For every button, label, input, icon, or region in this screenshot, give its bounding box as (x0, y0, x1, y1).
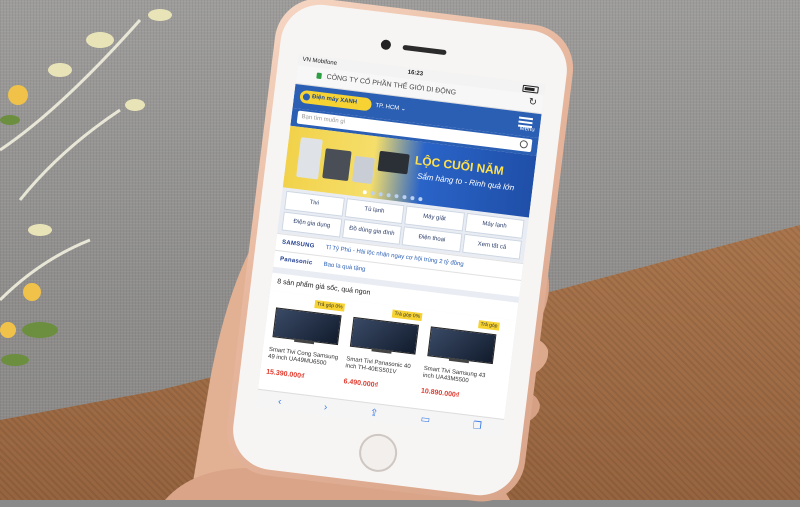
region-selector[interactable]: TP. HCM ⌄ (375, 102, 406, 113)
home-button[interactable] (356, 431, 400, 475)
product-price: 10.890.000₫ (420, 387, 460, 400)
product-name: Smart Tivi Samsung 43 inch UA43M5500 (422, 365, 486, 385)
product-price: 6.490.000₫ (343, 378, 379, 390)
product-name: Smart Tivi Cong Samsung 49 inch UA49MU65… (267, 346, 339, 367)
tv-image (377, 150, 410, 175)
brand-promo-text: Bao la quà tặng (323, 261, 366, 273)
product-name: Smart Tivi Panasonic 40 inch TH-40ES501V (345, 356, 411, 376)
back-icon[interactable]: ‹ (277, 396, 282, 407)
forward-icon[interactable]: › (323, 401, 328, 412)
installment-badge: Trả góp 0% (392, 309, 423, 322)
brand-name: Panasonic (279, 256, 313, 267)
phone-screen: VN Mobifone 16:23 CÔNG TY CỔ PHẦN THẾ GI… (255, 54, 546, 438)
smartphone: VN Mobifone 16:23 CÔNG TY CỔ PHẦN THẾ GI… (221, 0, 579, 507)
tabs-icon[interactable]: ❐ (472, 420, 482, 432)
menu-label[interactable]: Menu (519, 126, 535, 134)
status-time: 16:23 (407, 69, 424, 78)
product-price: 15.390.000₫ (265, 368, 305, 381)
front-camera (380, 39, 392, 51)
reload-icon[interactable]: ↻ (528, 97, 538, 109)
lock-icon (316, 72, 322, 80)
installment-badge: Trả góp (478, 320, 500, 331)
brand-name: SAMSUNG (281, 239, 315, 250)
share-icon[interactable]: ⇪ (369, 407, 379, 419)
installment-badge: Trả góp 0% (314, 300, 346, 312)
washer-image (322, 148, 352, 182)
fridge-image (296, 137, 323, 180)
site-logo[interactable]: Điện máy XANH (299, 89, 373, 112)
earpiece-speaker (402, 44, 447, 56)
bookmarks-icon[interactable]: ▭ (420, 413, 431, 425)
appliance-image (351, 155, 375, 185)
